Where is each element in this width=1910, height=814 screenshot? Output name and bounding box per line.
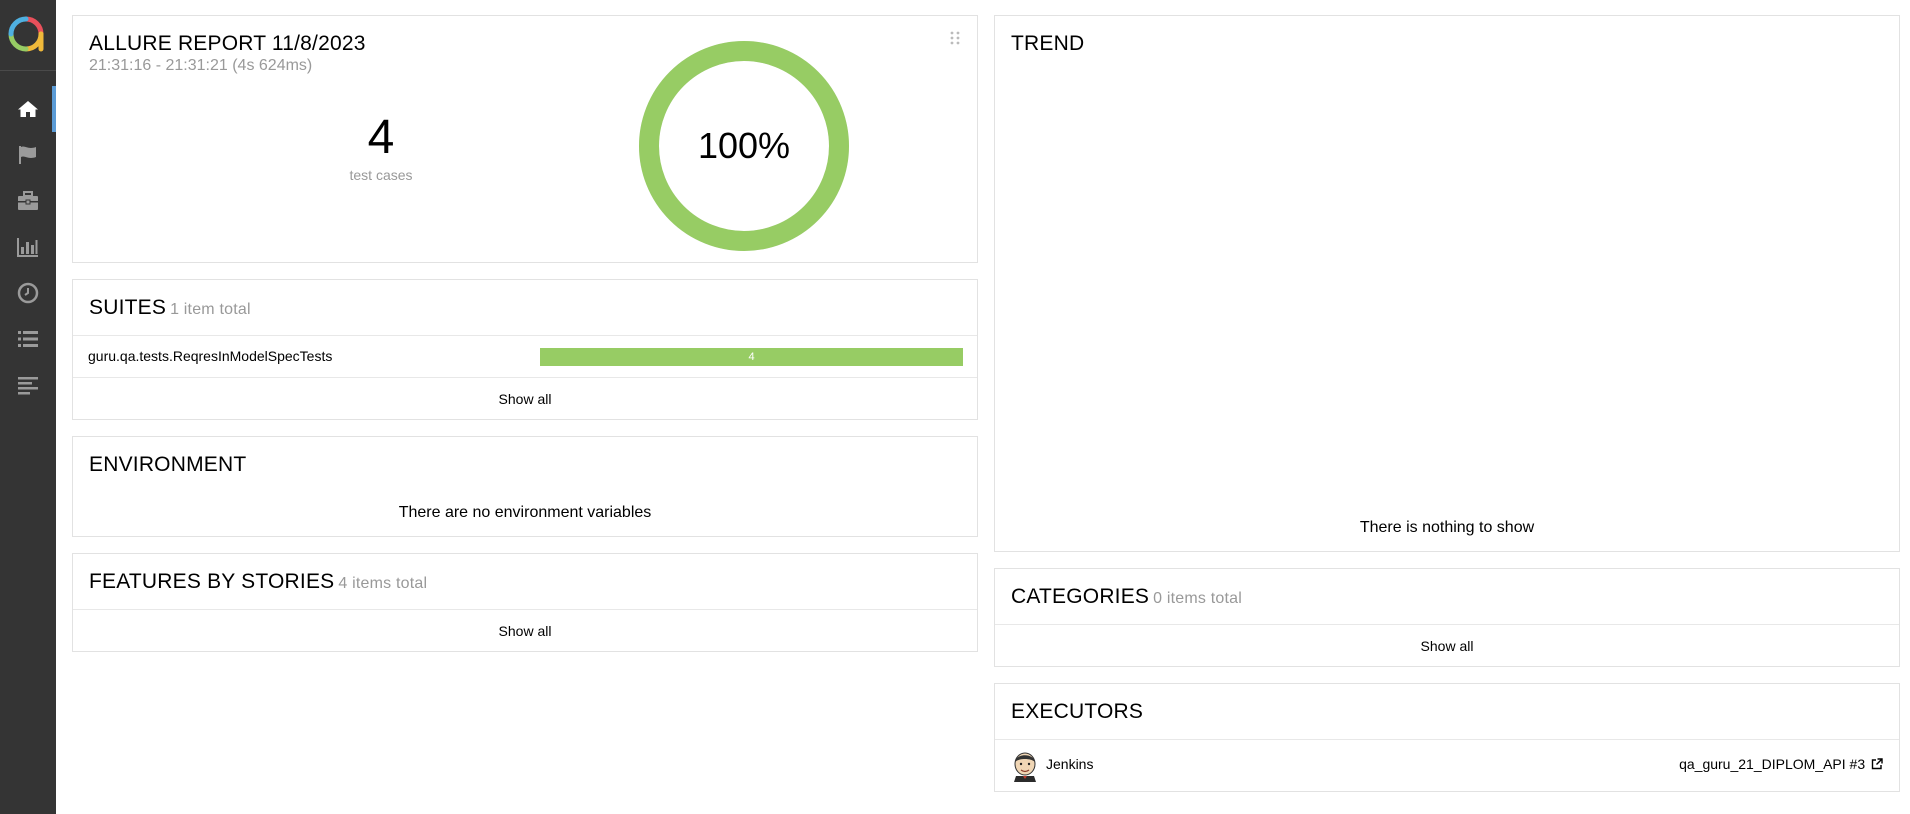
report-time-range: 21:31:16 - 21:31:21 (4s 624ms)	[89, 57, 313, 74]
executor-name: Jenkins	[1046, 756, 1094, 772]
suites-show-all-link[interactable]: Show all	[73, 391, 977, 407]
trend-empty-message: There is nothing to show	[1359, 519, 1535, 536]
sidebar-item-overview[interactable]	[0, 86, 56, 132]
features-title: FEATURES BY STORIES 4 items total	[89, 570, 427, 594]
environment-empty-message: There are no environment variables	[398, 504, 652, 521]
allure-logo[interactable]	[8, 16, 44, 52]
test-case-label: test cases	[349, 167, 413, 183]
external-link-icon	[1871, 758, 1883, 770]
suites-widget: SUITES 1 item total guru.qa.tests.ReqresI…	[72, 279, 978, 420]
pass-rate-percent: 100%	[697, 125, 791, 166]
list-icon	[18, 331, 38, 347]
sidebar-divider	[0, 70, 56, 71]
sidebar-item-timeline[interactable]	[0, 270, 56, 316]
trend-title: TREND	[1011, 32, 1085, 55]
suite-passed-bar: 4	[540, 348, 963, 366]
suite-row[interactable]: guru.qa.tests.ReqresInModelSpecTests 4	[73, 336, 977, 377]
suites-title-text: SUITES	[89, 296, 167, 319]
features-count: 4 items total	[338, 575, 428, 592]
categories-title-text: CATEGORIES	[1011, 585, 1150, 608]
suites-title: SUITES 1 item total	[89, 296, 251, 320]
report-title: ALLURE REPORT 11/8/2023	[89, 32, 366, 55]
sidebar-item-packages[interactable]	[0, 362, 56, 408]
trend-widget: TREND There is nothing to show	[994, 15, 1900, 552]
home-icon	[18, 101, 38, 117]
sidebar-item-graphs[interactable]	[0, 224, 56, 270]
drag-handle-icon[interactable]	[950, 31, 960, 45]
sidebar-item-behaviors[interactable]	[0, 316, 56, 362]
briefcase-icon	[18, 191, 38, 210]
summary-widget: ALLURE REPORT 11/8/2023 21:31:16 - 21:31…	[72, 15, 978, 263]
clock-icon	[17, 282, 39, 304]
executors-title: EXECUTORS	[1011, 700, 1144, 723]
executors-widget: EXECUTORS Jenkins qa_guru_21_DIPLOM_API …	[994, 683, 1900, 792]
divider	[73, 609, 977, 610]
categories-show-all-link[interactable]: Show all	[995, 638, 1899, 654]
align-left-icon	[18, 377, 38, 395]
executor-build-link[interactable]: qa_guru_21_DIPLOM_API #3	[1679, 756, 1883, 772]
suite-name: guru.qa.tests.ReqresInModelSpecTests	[88, 348, 333, 364]
categories-title: CATEGORIES 0 items total	[1011, 585, 1242, 609]
categories-widget: CATEGORIES 0 items total Show all	[994, 568, 1900, 667]
divider	[73, 377, 977, 378]
features-show-all-link[interactable]: Show all	[73, 623, 977, 639]
sidebar-item-suites[interactable]	[0, 178, 56, 224]
features-widget: FEATURES BY STORIES 4 items total Show al…	[72, 553, 978, 652]
suite-bar-track: 4	[540, 348, 963, 366]
flag-icon	[19, 146, 36, 164]
environment-title: ENVIRONMENT	[89, 453, 247, 476]
suites-count: 1 item total	[170, 301, 251, 318]
environment-widget: ENVIRONMENT There are no environment var…	[72, 436, 978, 537]
divider	[995, 739, 1899, 740]
features-title-text: FEATURES BY STORIES	[89, 570, 335, 593]
divider	[995, 624, 1899, 625]
bar-chart-icon	[17, 238, 38, 257]
executor-build-link-text: qa_guru_21_DIPLOM_API #3	[1679, 756, 1866, 772]
test-case-count: 4	[367, 111, 395, 164]
sidebar-item-categories[interactable]	[0, 132, 56, 178]
jenkins-avatar-icon	[1014, 752, 1036, 782]
sidebar	[0, 0, 56, 814]
categories-count: 0 items total	[1153, 590, 1242, 607]
